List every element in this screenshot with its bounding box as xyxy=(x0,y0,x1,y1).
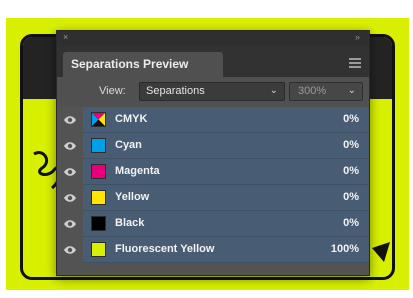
separation-row-body: Magenta 0% xyxy=(83,159,369,185)
separation-percent: 100% xyxy=(330,243,359,255)
separation-row-fluorescent-yellow[interactable]: Fluorescent Yellow 100% xyxy=(57,237,369,263)
separation-name: Yellow xyxy=(115,191,150,203)
eye-icon xyxy=(64,168,76,176)
visibility-toggle[interactable] xyxy=(57,133,83,159)
eye-icon xyxy=(64,246,76,254)
separation-percent: 0% xyxy=(343,217,359,229)
separation-percent: 0% xyxy=(343,191,359,203)
separations-list: CMYK 0% Cyan 0% Magenta 0% Yellow 0% Bla… xyxy=(57,107,369,275)
separations-preview-panel: × » Separations Preview View: Separation… xyxy=(56,30,370,276)
separation-row-cyan[interactable]: Cyan 0% xyxy=(57,133,369,159)
view-controls: View: Separations ⌄ 300% ⌄ xyxy=(57,77,369,107)
separation-name: Black xyxy=(115,217,145,229)
separation-name: Magenta xyxy=(115,165,160,177)
view-mode-select[interactable]: Separations ⌄ xyxy=(139,82,285,101)
visibility-toggle[interactable] xyxy=(57,237,83,263)
chevron-down-icon: ⌄ xyxy=(269,85,278,96)
panel-menu-icon[interactable] xyxy=(349,58,361,70)
eye-icon xyxy=(64,116,76,124)
color-swatch xyxy=(91,190,106,205)
view-label: View: xyxy=(99,85,126,97)
separation-row-body: CMYK 0% xyxy=(83,107,369,133)
tab-separations-preview[interactable]: Separations Preview xyxy=(63,52,223,77)
separation-percent: 0% xyxy=(343,139,359,151)
separation-row-yellow[interactable]: Yellow 0% xyxy=(57,185,369,211)
separation-name: Cyan xyxy=(115,139,142,151)
separation-percent: 0% xyxy=(343,165,359,177)
eye-icon xyxy=(64,194,76,202)
separation-name: Fluorescent Yellow xyxy=(115,243,215,255)
zoom-select[interactable]: 300% ⌄ xyxy=(289,82,363,101)
color-swatch xyxy=(91,138,106,153)
zoom-value: 300% xyxy=(298,85,327,97)
background-arrow-mark xyxy=(372,242,390,262)
visibility-toggle[interactable] xyxy=(57,107,83,133)
separation-row-black[interactable]: Black 0% xyxy=(57,211,369,237)
color-swatch xyxy=(91,164,106,179)
panel-tab-row: Separations Preview xyxy=(57,45,369,77)
collapse-panel-icon[interactable]: » xyxy=(355,32,361,42)
visibility-toggle[interactable] xyxy=(57,159,83,185)
separation-row-magenta[interactable]: Magenta 0% xyxy=(57,159,369,185)
separation-percent: 0% xyxy=(343,113,359,125)
color-swatch xyxy=(91,216,106,231)
eye-icon xyxy=(64,142,76,150)
eye-icon xyxy=(64,220,76,228)
separation-row-body: Yellow 0% xyxy=(83,185,369,211)
close-icon[interactable]: × xyxy=(63,32,68,42)
chevron-down-icon: ⌄ xyxy=(347,85,356,96)
visibility-toggle[interactable] xyxy=(57,211,83,237)
cmyk-composite-icon xyxy=(91,112,106,127)
separation-row-body: Black 0% xyxy=(83,211,369,237)
separation-row-body: Cyan 0% xyxy=(83,133,369,159)
color-swatch xyxy=(91,242,106,257)
view-mode-value: Separations xyxy=(146,85,205,97)
panel-titlebar: × » xyxy=(57,31,369,45)
separation-row-cmyk[interactable]: CMYK 0% xyxy=(57,107,369,133)
separation-row-body: Fluorescent Yellow 100% xyxy=(83,237,369,263)
separation-name: CMYK xyxy=(115,113,148,125)
visibility-toggle[interactable] xyxy=(57,185,83,211)
